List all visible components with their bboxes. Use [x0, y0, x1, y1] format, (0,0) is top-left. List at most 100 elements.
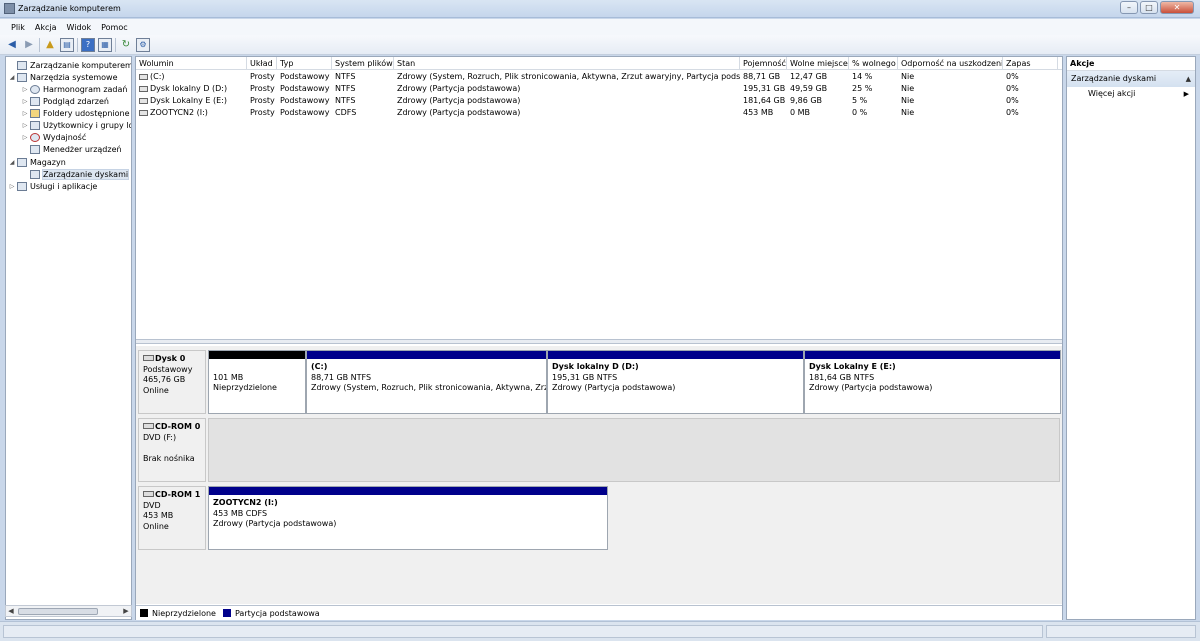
column-header-free-space[interactable]: Wolne miejsce [787, 57, 849, 70]
tree-item-shared-folders[interactable]: ▷ Foldery udostępnione [21, 107, 130, 119]
tree-item-task-scheduler[interactable]: ▷ Harmonogram zadań [21, 83, 127, 95]
computer-management-icon [4, 3, 15, 14]
tree-item-event-viewer[interactable]: ▷ Podgląd zdarzeń [21, 95, 109, 107]
scrollbar-thumb[interactable] [18, 608, 98, 615]
disk-type: DVD (F:) [143, 432, 177, 442]
show-hide-tree-icon[interactable]: ▤ [60, 37, 74, 52]
collapse-arrow-icon[interactable]: ◢ [8, 74, 16, 81]
close-button[interactable]: ✕ [1160, 1, 1194, 14]
column-header-type[interactable]: Typ [277, 57, 332, 70]
tree-item-device-manager[interactable]: Menedżer urządzeń [21, 143, 122, 155]
scroll-right-icon[interactable]: ▶ [121, 606, 131, 616]
volume-name-text: (C:) [150, 72, 165, 81]
partition-unallocated[interactable]: 101 MB Nieprzydzielone [208, 350, 306, 414]
volume-status: Zdrowy (Partycja podstawowa) [397, 84, 521, 93]
expand-arrow-icon[interactable]: ▷ [21, 98, 29, 105]
menu-akcja[interactable]: Akcja [30, 23, 62, 32]
volume-fault-tolerance: Nie [901, 84, 915, 93]
volume-overhead: 0% [1006, 108, 1019, 117]
menu-pomoc[interactable]: Pomoc [96, 23, 133, 32]
menu-plik[interactable]: Plik [6, 23, 30, 32]
actions-header: Akcje [1067, 57, 1195, 71]
partition-size: 195,31 GB NTFS [552, 372, 618, 382]
disk-label-disk-0[interactable]: Dysk 0 Podstawowy 465,76 GB Online [138, 350, 206, 414]
partition-name: (C:) [311, 362, 328, 371]
status-pane-secondary [1046, 625, 1196, 638]
pane-splitter[interactable] [136, 339, 1062, 344]
collapse-arrow-icon[interactable]: ◢ [8, 159, 16, 166]
toolbar-separator [77, 37, 78, 52]
column-header-fault-tolerance[interactable]: Odporność na uszkodzenia [898, 57, 1003, 70]
window-controls: – □ ✕ [1120, 1, 1194, 14]
column-header-layout[interactable]: Układ [247, 57, 277, 70]
disk-size: 453 MB [143, 511, 174, 520]
navigation-tree: Zarządzanie komputerem (loka ◢ Narzędzia… [5, 56, 132, 620]
table-row[interactable]: ZOOTYCN2 (I:) Prosty Podstawowy CDFS Zdr… [136, 107, 1062, 119]
partition-i[interactable]: ZOOTYCN2 (I:) 453 MB CDFS Zdrowy (Partyc… [208, 486, 608, 550]
device-manager-icon [30, 144, 40, 154]
tree-item-performance[interactable]: ▷ Wydajność [21, 131, 86, 143]
actions-section-disk-management[interactable]: Zarządzanie dyskami ▲ [1067, 71, 1195, 87]
column-header-status[interactable]: Stan [394, 57, 740, 70]
maximize-button[interactable]: □ [1140, 1, 1158, 14]
partition-color-bar [209, 351, 305, 360]
volume-layout: Prosty [250, 84, 275, 93]
partition-name: Dysk lokalny D (D:) [552, 362, 639, 371]
partition-c[interactable]: (C:) 88,71 GB NTFS Zdrowy (System, Rozru… [306, 350, 547, 414]
minimize-button[interactable]: – [1120, 1, 1138, 14]
table-row[interactable]: Dysk Lokalny E (E:) Prosty Podstawowy NT… [136, 95, 1062, 107]
properties-icon[interactable]: ▦ [98, 37, 112, 52]
volume-type: Podstawowy [280, 84, 330, 93]
legend-label-unallocated: Nieprzydzielone [152, 608, 216, 618]
forward-icon[interactable]: ▶ [22, 38, 36, 52]
settings-icon[interactable]: ⚙ [136, 37, 150, 52]
expand-arrow-icon[interactable]: ▷ [21, 122, 29, 129]
tree-item-computer-management[interactable]: Zarządzanie komputerem (loka [8, 59, 132, 71]
up-folder-icon[interactable]: ▲ [43, 38, 57, 52]
scroll-left-icon[interactable]: ◀ [6, 606, 16, 616]
volume-filesystem: NTFS [335, 84, 356, 93]
disk-name-text: Dysk 0 [155, 354, 186, 363]
partition-name [213, 362, 301, 373]
task-scheduler-icon [30, 84, 40, 94]
refresh-icon[interactable]: ↻ [119, 38, 133, 52]
services-apps-icon [17, 181, 27, 191]
partition-e[interactable]: Dysk Lokalny E (E:) 181,64 GB NTFS Zdrow… [804, 350, 1061, 414]
more-actions-item[interactable]: Więcej akcji ▶ [1067, 87, 1195, 101]
actions-section-label: Zarządzanie dyskami [1071, 74, 1157, 83]
collapse-up-icon[interactable]: ▲ [1186, 71, 1191, 87]
table-row[interactable]: (C:) Prosty Podstawowy NTFS Zdrowy (Syst… [136, 71, 1062, 83]
column-header-overhead[interactable]: Zapas [1003, 57, 1058, 70]
table-row[interactable]: Dysk lokalny D (D:) Prosty Podstawowy NT… [136, 83, 1062, 95]
column-header-percent-free[interactable]: % wolnego [849, 57, 898, 70]
help-icon[interactable]: ? [81, 37, 95, 52]
expand-arrow-icon[interactable]: ▷ [21, 110, 29, 117]
tree-item-disk-management[interactable]: Zarządzanie dyskami [21, 168, 130, 180]
column-header-capacity[interactable]: Pojemność [740, 57, 787, 70]
expand-arrow-icon[interactable]: ▷ [21, 86, 29, 93]
tree-item-system-tools[interactable]: ◢ Narzędzia systemowe [8, 71, 118, 83]
disk-row-cdrom-0: CD-ROM 0 DVD (F:) Brak nośnika [136, 418, 1062, 482]
disk-label-cdrom-1[interactable]: CD-ROM 1 DVD 453 MB Online [138, 486, 206, 550]
back-icon[interactable]: ◀ [5, 38, 19, 52]
volume-list-header: Wolumin Układ Typ System plików Stan Poj… [136, 57, 1062, 70]
column-header-volume[interactable]: Wolumin [136, 57, 247, 70]
tree-item-services-apps[interactable]: ▷ Usługi i aplikacje [8, 180, 97, 192]
partition-d[interactable]: Dysk lokalny D (D:) 195,31 GB NTFS Zdrow… [547, 350, 804, 414]
disk-label-cdrom-0[interactable]: CD-ROM 0 DVD (F:) Brak nośnika [138, 418, 206, 482]
tree-item-label: Zarządzanie komputerem (loka [30, 60, 132, 70]
tree-item-users-groups[interactable]: ▷ Użytkownicy i grupy lok [21, 119, 131, 131]
expand-arrow-icon[interactable]: ▷ [21, 134, 29, 141]
tree-horizontal-scrollbar[interactable]: ◀ ▶ [5, 605, 132, 617]
disk-type: Podstawowy [143, 364, 193, 374]
column-header-filesystem[interactable]: System plików [332, 57, 394, 70]
menu-widok[interactable]: Widok [62, 23, 97, 32]
volume-name: ZOOTYCN2 (I:) [136, 107, 247, 119]
legend-label-primary: Partycja podstawowa [234, 608, 320, 618]
volume-capacity: 195,31 GB [743, 84, 786, 93]
expand-arrow-icon[interactable]: ▷ [8, 183, 16, 190]
users-groups-icon [30, 120, 40, 130]
cd-drive-icon [143, 423, 154, 429]
tree-item-storage[interactable]: ◢ Magazyn [8, 156, 66, 168]
